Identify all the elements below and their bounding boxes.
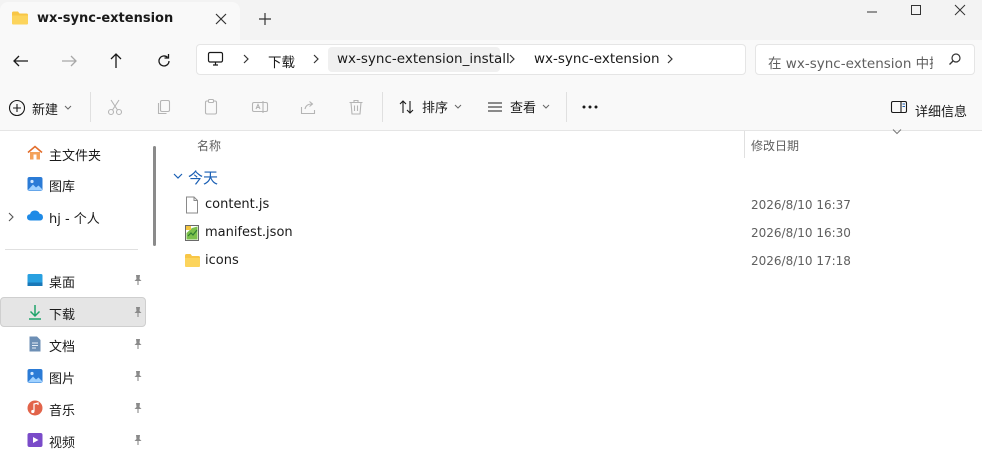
- sidebar-item-music[interactable]: 音乐: [4, 393, 145, 423]
- file-row[interactable]: manifest.json 2026/8/10 16:30: [176, 219, 976, 247]
- sort-chevron-icon: [892, 128, 902, 136]
- sort-icon: [398, 98, 416, 116]
- group-header-today[interactable]: 今天: [188, 167, 218, 188]
- sidebar-item-pictures[interactable]: 图片: [4, 361, 145, 391]
- details-pane-label[interactable]: 详细信息: [915, 101, 967, 120]
- pin-icon[interactable]: [133, 306, 143, 318]
- chevron-right-icon[interactable]: [664, 52, 676, 66]
- column-header-name[interactable]: 名称: [197, 137, 221, 154]
- sidebar-item-downloads[interactable]: 下载: [4, 297, 145, 327]
- breadcrumb-current-folder[interactable]: wx-sync-extension: [534, 51, 660, 67]
- pin-icon[interactable]: [133, 338, 143, 350]
- rename-icon[interactable]: [251, 98, 269, 116]
- maximize-icon[interactable]: [896, 2, 936, 22]
- sort-label: 排序: [422, 101, 449, 116]
- sidebar-item-label: 桌面: [49, 276, 76, 291]
- paste-icon[interactable]: [202, 98, 220, 116]
- sidebar-divider: [5, 249, 138, 250]
- sidebar-item-label: 文档: [49, 340, 76, 355]
- column-header-modified[interactable]: 修改日期: [751, 137, 799, 154]
- chevron-down-icon: [454, 104, 462, 110]
- chevron-right-icon[interactable]: [310, 52, 322, 66]
- json-file-icon: [184, 224, 200, 242]
- new-label: 新建: [32, 102, 59, 118]
- file-row[interactable]: icons 2026/8/10 17:18: [176, 247, 976, 275]
- pin-icon[interactable]: [133, 370, 143, 382]
- view-button[interactable]: 查看: [486, 97, 550, 116]
- gallery-icon: [26, 175, 44, 193]
- group-collapse-chevron-icon[interactable]: [172, 171, 184, 181]
- file-row[interactable]: content.js 2026/8/10 16:37: [176, 191, 976, 219]
- sidebar-item-documents[interactable]: 文档: [4, 329, 145, 359]
- home-icon: [26, 144, 44, 162]
- chevron-down-icon: [64, 105, 72, 111]
- download-icon: [26, 303, 44, 321]
- view-label: 查看: [510, 101, 537, 116]
- chevron-down-icon: [542, 104, 550, 110]
- pin-icon[interactable]: [133, 274, 143, 286]
- sidebar-item-label: 图库: [49, 180, 76, 195]
- toolbar-divider: [566, 92, 567, 122]
- pictures-icon: [26, 367, 44, 385]
- sidebar-item-videos[interactable]: 视频: [4, 425, 145, 452]
- pin-icon[interactable]: [133, 434, 143, 446]
- folder-icon: [11, 10, 29, 26]
- file-modified-date: 2026/8/10 16:37: [751, 198, 851, 212]
- search-icon[interactable]: [948, 52, 962, 66]
- minimize-icon[interactable]: [852, 2, 892, 22]
- delete-icon[interactable]: [347, 98, 365, 116]
- file-list-pane[interactable]: [162, 131, 982, 452]
- breadcrumb-downloads[interactable]: 下载: [268, 51, 295, 71]
- this-pc-icon[interactable]: [207, 51, 224, 67]
- back-arrow-icon[interactable]: [7, 50, 35, 72]
- column-divider[interactable]: [744, 131, 745, 158]
- toolbar-divider: [90, 92, 91, 122]
- close-tab-icon[interactable]: [210, 9, 232, 29]
- share-icon[interactable]: [299, 98, 317, 116]
- close-window-icon[interactable]: [940, 2, 980, 22]
- pin-icon[interactable]: [133, 402, 143, 414]
- breadcrumb-install-folder[interactable]: wx-sync-extension_install: [337, 51, 510, 67]
- sidebar-item-onedrive[interactable]: hj - 个人: [4, 201, 145, 231]
- cut-icon[interactable]: [106, 98, 124, 116]
- desktop-icon: [26, 271, 44, 289]
- tab-title: wx-sync-extension: [37, 11, 174, 26]
- file-modified-date: 2026/8/10 17:18: [751, 254, 851, 268]
- forward-arrow-icon[interactable]: [55, 50, 83, 72]
- file-modified-date: 2026/8/10 16:30: [751, 226, 851, 240]
- more-options-icon[interactable]: [580, 97, 600, 115]
- file-name: manifest.json: [205, 225, 293, 240]
- cloud-icon: [26, 208, 44, 222]
- new-button[interactable]: 新建: [8, 96, 72, 120]
- file-name: icons: [205, 253, 239, 268]
- sidebar-item-gallery[interactable]: 图库: [4, 169, 145, 199]
- chevron-right-icon[interactable]: [240, 52, 252, 66]
- video-icon: [26, 431, 44, 449]
- view-list-icon: [486, 98, 504, 116]
- refresh-icon[interactable]: [150, 50, 178, 72]
- sort-button[interactable]: 排序: [398, 97, 462, 116]
- up-arrow-icon[interactable]: [102, 50, 130, 72]
- copy-icon[interactable]: [155, 98, 173, 116]
- sidebar-scrollbar[interactable]: [153, 146, 156, 246]
- add-circle-icon: [8, 99, 26, 117]
- sidebar-item-home[interactable]: 主文件夹: [4, 138, 145, 168]
- sidebar-item-label: 视频: [49, 436, 76, 451]
- details-pane-icon[interactable]: [890, 99, 908, 115]
- music-icon: [26, 399, 44, 417]
- search-input[interactable]: 在 wx-sync-extension 中搜: [768, 52, 933, 72]
- document-icon: [26, 335, 44, 353]
- file-name: content.js: [205, 197, 270, 212]
- sidebar-item-label: hj - 个人: [49, 212, 100, 227]
- sidebar-item-label: 图片: [49, 372, 76, 387]
- folder-icon: [184, 253, 201, 268]
- sidebar-item-desktop[interactable]: 桌面: [4, 265, 145, 295]
- sidebar-item-label: 下载: [49, 308, 76, 323]
- chevron-right-icon[interactable]: [506, 52, 518, 66]
- toolbar-divider: [382, 92, 383, 122]
- sidebar-item-label: 主文件夹: [49, 149, 102, 164]
- sidebar-item-label: 音乐: [49, 404, 76, 419]
- js-file-icon: [184, 196, 200, 214]
- new-tab-button[interactable]: [254, 8, 276, 30]
